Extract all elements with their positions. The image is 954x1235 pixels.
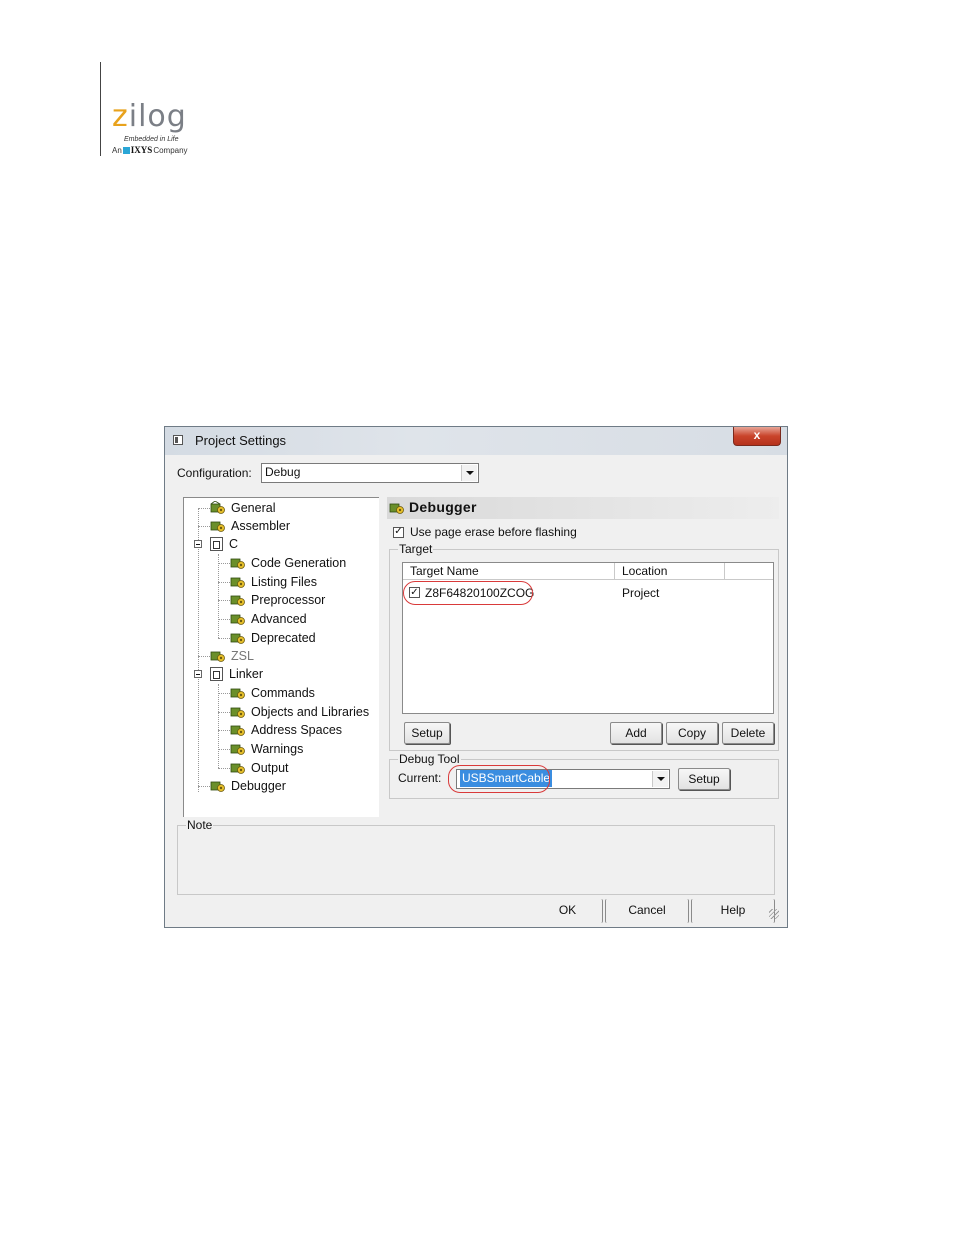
highlight-ring <box>448 765 550 793</box>
target-setup-button[interactable]: Setup <box>404 722 450 744</box>
collapse-c-toggle[interactable] <box>194 540 202 548</box>
gear-icon <box>230 742 246 756</box>
tree-item-objects-and-libraries[interactable]: Objects and Libraries <box>230 703 369 721</box>
tree-item-advanced[interactable]: Advanced <box>230 610 307 628</box>
debug-tool-group: Debug Tool Current: USBSmartCable Setup <box>389 752 779 799</box>
delete-target-button[interactable]: Delete <box>722 722 774 744</box>
cancel-button[interactable]: Cancel <box>605 899 689 923</box>
gear-icon <box>210 519 226 533</box>
gear-icon <box>230 631 246 645</box>
current-label: Current: <box>398 771 442 785</box>
tree-item-assembler[interactable]: Assembler <box>210 517 290 535</box>
tree-item-warnings[interactable]: Warnings <box>230 740 303 758</box>
settings-tree[interactable]: General Assembler C Code Generation List… <box>183 497 379 817</box>
tree-item-general[interactable]: General <box>210 499 275 517</box>
logo-wordmark: zilog <box>112 99 187 134</box>
target-group: Target Target Name Location ✓ Z8F6482010… <box>389 542 779 751</box>
target-location-cell: Project <box>622 586 660 600</box>
gear-icon <box>210 779 226 793</box>
page-erase-label: Use page erase before flashing <box>410 525 577 539</box>
page-margin-rule <box>100 62 101 156</box>
debug-tool-setup-button[interactable]: Setup <box>678 768 730 790</box>
configuration-label: Configuration: <box>177 466 252 480</box>
tree-item-preprocessor[interactable]: Preprocessor <box>230 591 325 609</box>
gear-icon <box>230 593 246 607</box>
note-group: Note <box>177 818 775 895</box>
logo-tagline: Embedded in Life <box>124 136 179 143</box>
dialog-body: Configuration: Debug General Assembler C… <box>171 455 781 923</box>
tree-item-code-generation[interactable]: Code Generation <box>230 554 346 572</box>
logo-company: An IXYS Company <box>112 145 188 155</box>
folder-icon <box>210 667 223 681</box>
panel-title: Debugger <box>409 499 477 515</box>
copy-target-button[interactable]: Copy <box>666 722 718 744</box>
gear-icon <box>210 649 226 663</box>
table-row[interactable]: ✓ Z8F64820100ZCOG Project <box>403 581 773 605</box>
page-erase-option[interactable]: ✓ Use page erase before flashing <box>393 525 577 539</box>
gear-icon <box>230 612 246 626</box>
zilog-logo: zilog Embedded in Life An IXYS Company <box>112 99 202 156</box>
folder-icon <box>210 537 223 551</box>
tree-item-deprecated[interactable]: Deprecated <box>230 629 316 647</box>
chevron-down-icon[interactable] <box>461 465 477 481</box>
window-icon <box>173 435 183 445</box>
configuration-select[interactable]: Debug <box>261 463 479 483</box>
gear-icon <box>230 705 246 719</box>
dialog-title: Project Settings <box>195 433 287 448</box>
gear-icon <box>210 500 226 515</box>
close-button[interactable]: x <box>733 427 781 446</box>
gear-icon <box>230 556 246 570</box>
target-group-label: Target <box>398 542 434 556</box>
gear-icon <box>230 686 246 700</box>
title-bar[interactable]: Project Settings x <box>165 427 787 455</box>
tree-item-output[interactable]: Output <box>230 759 289 777</box>
gear-icon <box>230 723 246 737</box>
ok-button[interactable]: OK <box>533 899 603 923</box>
tree-item-listing-files[interactable]: Listing Files <box>230 573 317 591</box>
resize-grip-icon[interactable] <box>769 909 779 919</box>
tree-item-address-spaces[interactable]: Address Spaces <box>230 721 342 739</box>
column-target-name[interactable]: Target Name <box>403 563 615 579</box>
tree-item-debugger[interactable]: Debugger <box>210 777 286 795</box>
column-location[interactable]: Location <box>615 563 725 579</box>
gear-icon <box>389 501 405 515</box>
add-target-button[interactable]: Add <box>610 722 662 744</box>
collapse-linker-toggle[interactable] <box>194 670 202 678</box>
highlight-ring <box>403 581 533 605</box>
tree-item-zsl[interactable]: ZSL <box>210 647 254 665</box>
project-settings-dialog: Project Settings x Configuration: Debug … <box>164 426 788 928</box>
note-label: Note <box>186 818 214 832</box>
gear-icon <box>230 575 246 589</box>
chevron-down-icon[interactable] <box>652 771 668 787</box>
tree-item-commands[interactable]: Commands <box>230 684 315 702</box>
gear-icon <box>230 761 246 775</box>
target-list-header: Target Name Location <box>403 563 773 580</box>
tree-folder-linker[interactable]: Linker <box>210 665 263 683</box>
ixys-square-icon <box>122 146 130 154</box>
tree-folder-c[interactable]: C <box>210 535 238 553</box>
target-list[interactable]: Target Name Location ✓ Z8F64820100ZCOG P… <box>402 562 774 714</box>
panel-header: Debugger <box>387 497 779 519</box>
debug-tool-group-label: Debug Tool <box>398 752 461 766</box>
help-button[interactable]: Help <box>691 899 775 923</box>
page-erase-checkbox[interactable]: ✓ <box>393 526 404 538</box>
